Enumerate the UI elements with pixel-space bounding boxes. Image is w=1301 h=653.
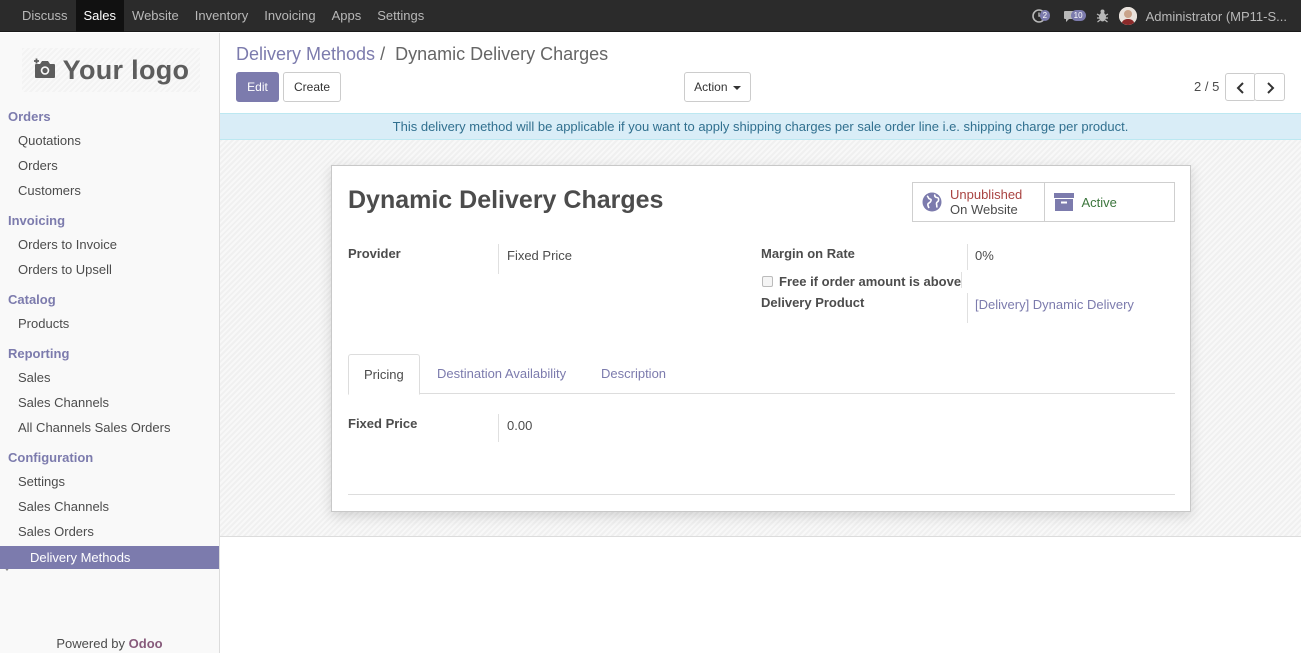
section-invoicing[interactable]: Invoicing: [8, 213, 65, 228]
free-over-label: Free if order amount is above: [779, 274, 962, 289]
section-configuration[interactable]: Configuration: [8, 450, 93, 465]
messages-chat-icon[interactable]: 10: [1063, 8, 1087, 24]
fixed-price-label: Fixed Price: [348, 416, 418, 431]
user-menu[interactable]: Administrator (MP11-S...: [1146, 9, 1287, 24]
create-button[interactable]: Create: [283, 72, 341, 102]
edit-button[interactable]: Edit: [236, 72, 279, 102]
sidebar-item-sales-orders[interactable]: Sales Orders: [18, 524, 94, 539]
top-navbar: Discuss Sales Website Inventory Invoicin…: [0, 0, 1301, 32]
menu-sales[interactable]: Sales: [75, 0, 125, 32]
chevron-left-icon: [1236, 82, 1244, 94]
website-publish-button[interactable]: Unpublished On Website: [913, 183, 1044, 221]
sidebar-item-orders[interactable]: Orders: [18, 158, 58, 173]
fixed-price-value: 0.00: [507, 418, 533, 433]
margin-separator: [967, 244, 968, 270]
sidebar-item-reporting-sales-channels[interactable]: Sales Channels: [18, 395, 109, 410]
breadcrumb: Delivery Methods / Dynamic Delivery Char…: [236, 44, 608, 65]
provider-separator: [498, 244, 499, 274]
tab-description[interactable]: Description: [586, 354, 681, 394]
button-box: Unpublished On Website Active: [912, 182, 1175, 222]
sheet-divider: [348, 494, 1175, 495]
activity-clock-icon[interactable]: 2: [1031, 8, 1054, 24]
record-title: Dynamic Delivery Charges: [348, 186, 664, 214]
provider-label: Provider: [348, 246, 401, 261]
fixed-price-separator: [498, 414, 499, 442]
sidebar-item-orders-to-invoice[interactable]: Orders to Invoice: [18, 237, 117, 252]
caret-down-icon: [732, 85, 741, 90]
archive-icon: [1053, 192, 1075, 212]
systray: 2 10 Administrator (MP11-S...: [1031, 0, 1287, 32]
sidebar-item-all-channels-sales-orders[interactable]: All Channels Sales Orders: [18, 420, 170, 435]
globe-icon: [921, 192, 943, 212]
section-orders[interactable]: Orders: [8, 109, 51, 124]
menu-website[interactable]: Website: [124, 0, 187, 32]
powered-by: Powered by Odoo: [0, 636, 219, 651]
free-over-checkbox[interactable]: [762, 276, 773, 287]
user-avatar[interactable]: [1118, 7, 1137, 25]
margin-label: Margin on Rate: [761, 246, 855, 261]
menu-inventory[interactable]: Inventory: [187, 0, 256, 32]
sidebar-item-delivery-methods[interactable]: Delivery Methods: [0, 546, 219, 569]
active-label: Active: [1081, 194, 1117, 210]
camera-icon: [33, 58, 57, 83]
delivery-product-separator: [967, 293, 968, 323]
delivery-product-link[interactable]: [Delivery] Dynamic Delivery: [975, 297, 1134, 312]
debug-bug-icon[interactable]: [1096, 8, 1110, 24]
website-status: Unpublished: [950, 187, 1023, 202]
chevron-right-icon: [1266, 82, 1274, 94]
powered-by-text: Powered by: [56, 636, 126, 651]
pager-value[interactable]: 2 / 5: [1194, 79, 1219, 94]
website-status-sub: On Website: [950, 202, 1018, 217]
breadcrumb-current: Dynamic Delivery Charges: [395, 44, 609, 64]
sidebar-item-quotations[interactable]: Quotations: [18, 133, 81, 148]
messages-count-badge: 10: [1070, 10, 1086, 21]
breadcrumb-separator: /: [380, 44, 386, 64]
sidebar-item-settings[interactable]: Settings: [18, 474, 65, 489]
sidebar-item-reporting-sales[interactable]: Sales: [18, 370, 51, 385]
menu-discuss[interactable]: Discuss: [14, 0, 76, 32]
active-toggle-button[interactable]: Active: [1043, 183, 1175, 221]
odoo-link[interactable]: Odoo: [129, 636, 163, 651]
action-dropdown[interactable]: Action: [684, 72, 751, 102]
section-catalog[interactable]: Catalog: [8, 292, 56, 307]
info-alert: This delivery method will be applicable …: [220, 113, 1301, 140]
margin-value: 0%: [975, 248, 994, 263]
menu-invoicing[interactable]: Invoicing: [256, 0, 323, 32]
company-logo[interactable]: Your logo: [22, 48, 200, 92]
notebook-tabs: Pricing Destination Availability Descrip…: [348, 354, 1175, 395]
provider-value: Fixed Price: [507, 248, 573, 263]
action-label: Action: [694, 80, 728, 94]
pager-next-button[interactable]: [1254, 73, 1285, 101]
tab-pricing[interactable]: Pricing: [348, 354, 420, 395]
app-menu: Discuss Sales Website Inventory Invoicin…: [14, 0, 432, 32]
logo-text: Your logo: [62, 54, 190, 85]
delivery-product-label: Delivery Product: [761, 295, 865, 310]
tab-destination-availability[interactable]: Destination Availability: [422, 354, 581, 394]
sidebar: Your logo Orders Quotations Orders Custo…: [0, 33, 220, 653]
form-sheet: Dynamic Delivery Charges Unpublished On …: [331, 165, 1191, 512]
section-reporting[interactable]: Reporting: [8, 346, 69, 361]
activity-count-badge: 2: [1039, 10, 1051, 21]
free-over-separator: [961, 272, 962, 288]
menu-settings[interactable]: Settings: [369, 0, 432, 32]
breadcrumb-delivery-methods[interactable]: Delivery Methods: [236, 44, 375, 64]
sidebar-item-products[interactable]: Products: [18, 316, 69, 331]
sidebar-item-customers[interactable]: Customers: [18, 183, 81, 198]
menu-apps[interactable]: Apps: [324, 0, 370, 32]
sidebar-item-config-sales-channels[interactable]: Sales Channels: [18, 499, 109, 514]
pager-previous-button[interactable]: [1225, 73, 1256, 101]
sidebar-item-orders-to-upsell[interactable]: Orders to Upsell: [18, 262, 112, 277]
